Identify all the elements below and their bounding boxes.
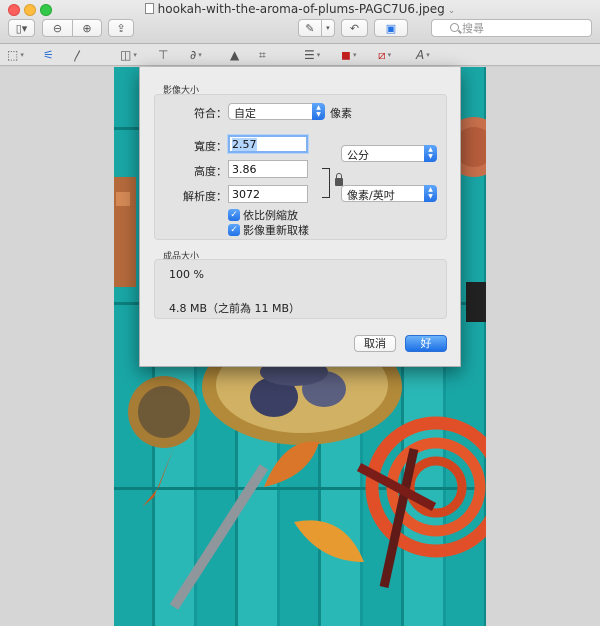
title-bar: hookah-with-the-aroma-of-plums-PAGC7U6.j… bbox=[0, 0, 600, 44]
chevron-down-icon: ▾ bbox=[352, 51, 357, 59]
resolution-label: 解析度： bbox=[183, 190, 227, 203]
height-label: 高度： bbox=[194, 165, 227, 178]
pen-button[interactable]: ✎ bbox=[299, 20, 321, 36]
result-file-size: 4.8 MB（之前為 11 MB） bbox=[169, 302, 301, 315]
fill-color-icon: ⧄ bbox=[378, 47, 386, 62]
scale-proportionally-label: 依比例縮放 bbox=[243, 209, 298, 222]
fit-value: 自定 bbox=[234, 107, 256, 120]
autumn-leaf bbox=[294, 520, 364, 562]
width-value: 2.57 bbox=[232, 138, 257, 151]
line-style-button[interactable]: ☰ ▾ bbox=[304, 47, 320, 63]
autumn-leaf bbox=[142, 447, 174, 507]
document-icon bbox=[144, 3, 154, 14]
hookah-hose-core bbox=[405, 456, 467, 518]
size-unit-value: 公分 bbox=[347, 149, 369, 162]
copper-highlight bbox=[116, 192, 130, 206]
resample-image-label: 影像重新取樣 bbox=[243, 224, 309, 237]
stepper-icon: ▲ ▼ bbox=[424, 185, 437, 202]
zoom-out-button[interactable]: ⊖ bbox=[43, 20, 72, 36]
pen-segment: ✎ ▾ bbox=[298, 19, 335, 37]
markup-toolbar: ⬚ ▾ ⚟ 〳 ◫ ▾ ⊤ ∂ ▾ ▲ ⌗ ☰ ▾ ◼ ▾ ⧄ ▾ A ▾ bbox=[0, 44, 600, 66]
chevron-down-icon: ⌄ bbox=[447, 6, 456, 16]
zoom-segment: ⊖ ⊕ bbox=[42, 19, 102, 37]
sidebar-toggle-button[interactable]: ▯▾ bbox=[8, 19, 35, 37]
zoom-in-icon: ⊕ bbox=[82, 21, 92, 35]
text-tool-button[interactable]: ⊤ bbox=[158, 47, 168, 63]
width-label: 寬度： bbox=[194, 140, 227, 153]
cancel-button[interactable]: 取消 bbox=[354, 335, 396, 352]
resolution-value: 3072 bbox=[232, 188, 260, 201]
image-size-group: 符合： 自定 ▲ ▼ 像素 寬度： 2.57 高度： 3.86 公分 ▲ ▼ 解析度… bbox=[154, 94, 447, 240]
width-field[interactable]: 2.57 bbox=[228, 135, 308, 153]
dark-object bbox=[466, 282, 486, 322]
text-style-icon: A bbox=[416, 48, 425, 62]
selection-icon: ⬚ bbox=[7, 48, 19, 62]
chevron-down-icon: ▾ bbox=[133, 51, 137, 59]
chevron-down-icon: ▾ bbox=[198, 51, 202, 59]
checkbox-icon: ✓ bbox=[228, 209, 240, 221]
fit-unit-label: 像素 bbox=[330, 107, 352, 120]
result-size-group: 100 % 4.8 MB（之前為 11 MB） bbox=[154, 259, 447, 319]
window-title[interactable]: hookah-with-the-aroma-of-plums-PAGC7U6.j… bbox=[0, 2, 600, 16]
checkbox-icon: ✓ bbox=[228, 224, 240, 236]
border-color-button[interactable]: ◼ ▾ bbox=[341, 47, 356, 63]
instant-alpha-button[interactable]: ⚟ bbox=[43, 47, 54, 63]
resolution-unit-popup[interactable]: 像素/英吋 ▲ ▼ bbox=[341, 185, 437, 202]
chevron-down-icon: ▾ bbox=[316, 51, 321, 59]
markup-toolbar-button[interactable]: ▣ bbox=[374, 19, 408, 37]
selection-tool-button[interactable]: ⬚ ▾ bbox=[7, 47, 24, 63]
result-percent: 100 % bbox=[169, 268, 204, 281]
search-placeholder: 搜尋 bbox=[462, 22, 484, 35]
stepper-icon: ▲ ▼ bbox=[312, 103, 325, 120]
height-value: 3.86 bbox=[232, 163, 257, 176]
autumn-leaf bbox=[264, 441, 319, 487]
sketch-icon: 〳 bbox=[72, 48, 85, 63]
crop-icon: ⌗ bbox=[259, 47, 266, 62]
pen-icon: ✎ bbox=[305, 21, 315, 35]
height-field[interactable]: 3.86 bbox=[228, 160, 308, 178]
stepper-icon: ▲ ▼ bbox=[424, 145, 437, 162]
resolution-unit-value: 像素/英吋 bbox=[347, 189, 395, 202]
text-style-button[interactable]: A ▾ bbox=[416, 47, 430, 63]
size-unit-popup[interactable]: 公分 ▲ ▼ bbox=[341, 145, 437, 162]
chevron-down-icon: ▾ bbox=[387, 51, 392, 59]
shapes-button[interactable]: ◫ ▾ bbox=[120, 47, 137, 63]
resample-image-checkbox[interactable]: ✓ 影像重新取樣 bbox=[228, 222, 309, 238]
resolution-field[interactable]: 3072 bbox=[228, 185, 308, 203]
fit-popup[interactable]: 自定 ▲ ▼ bbox=[228, 103, 325, 120]
chevron-down-icon: ▾ bbox=[20, 51, 24, 59]
share-button[interactable]: ⇪ bbox=[108, 19, 134, 37]
chevron-down-icon: ▾ bbox=[326, 24, 330, 32]
brass-cup-inner bbox=[138, 386, 190, 438]
zoom-in-button[interactable]: ⊕ bbox=[71, 20, 101, 36]
metal-tongs bbox=[169, 464, 269, 610]
sidebar-icon: ▯▾ bbox=[15, 21, 28, 35]
ok-button[interactable]: 好 bbox=[405, 335, 447, 352]
rotate-icon: ↶ bbox=[349, 21, 360, 35]
search-icon bbox=[450, 23, 459, 32]
dimension-link-bracket bbox=[322, 168, 330, 198]
fill-color-button[interactable]: ⧄ ▾ bbox=[378, 47, 391, 63]
adjust-color-icon: ▲ bbox=[230, 48, 240, 62]
sketch-button[interactable]: 〳 bbox=[72, 47, 84, 63]
chevron-down-icon: ▾ bbox=[426, 51, 430, 59]
sign-button[interactable]: ∂ ▾ bbox=[190, 47, 202, 63]
scale-proportionally-checkbox[interactable]: ✓ 依比例縮放 bbox=[228, 207, 298, 223]
rotate-button[interactable]: ↶ bbox=[341, 19, 368, 37]
search-field[interactable]: 搜尋 bbox=[431, 19, 592, 37]
zoom-out-icon: ⊖ bbox=[52, 21, 63, 35]
shapes-icon: ◫ bbox=[120, 48, 132, 62]
fit-label: 符合： bbox=[194, 107, 227, 120]
pen-menu-button[interactable]: ▾ bbox=[320, 20, 334, 36]
adjust-color-button[interactable]: ▲ bbox=[230, 47, 239, 63]
share-icon: ⇪ bbox=[116, 21, 126, 35]
toolbox-icon: ▣ bbox=[385, 21, 397, 35]
sign-icon: ∂ bbox=[190, 48, 197, 62]
text-icon: ⊤ bbox=[158, 48, 169, 62]
instant-alpha-icon: ⚟ bbox=[43, 48, 54, 62]
crop-button[interactable]: ⌗ bbox=[259, 47, 266, 63]
border-color-icon: ◼ bbox=[341, 48, 351, 62]
image-size-dialog: 影像大小 符合： 自定 ▲ ▼ 像素 寬度： 2.57 高度： 3.86 公分 ▲… bbox=[139, 67, 461, 367]
line-style-icon: ☰ bbox=[304, 48, 315, 62]
